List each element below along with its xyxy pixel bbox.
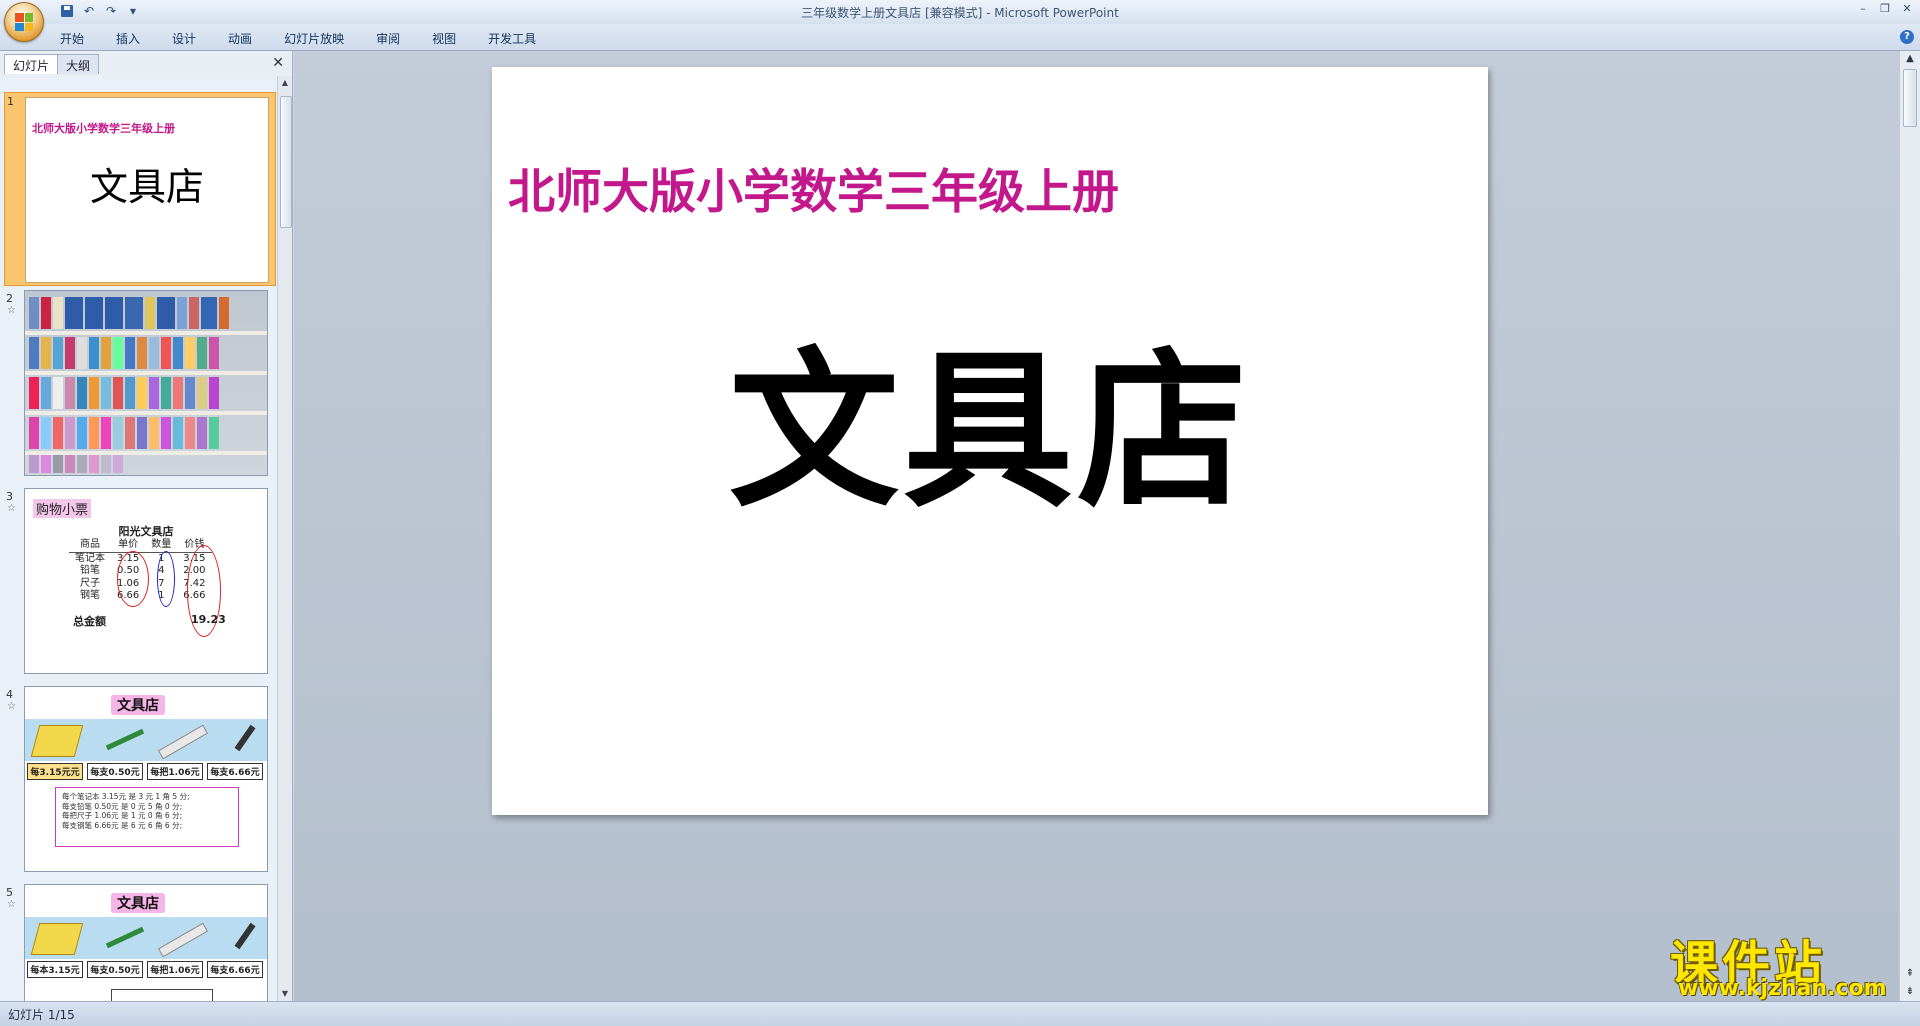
tab-outline[interactable]: 大纲 bbox=[57, 54, 100, 74]
transition-star-icon: ☆ bbox=[7, 305, 16, 316]
tab-home[interactable]: 开始 bbox=[60, 28, 84, 49]
conversion-line: 每个笔记本 3.15元 是 3 元 1 角 5 分; bbox=[62, 792, 190, 801]
title-bar: ↶ ↷ ▾ 三年级数学上册文具店 [兼容模式] - Microsoft Powe… bbox=[0, 0, 1920, 42]
close-button[interactable]: ✕ bbox=[1900, 2, 1914, 16]
stationery-items bbox=[25, 719, 267, 761]
slide-thumbnail-list: 1 北师大版小学数学三年级上册 文具店 2 ☆ 3 ☆ 购物小票 阳光文具店 商… bbox=[0, 76, 276, 1001]
price-tag: 每支6.66元 bbox=[207, 763, 263, 780]
receipt-label: 购物小票 bbox=[33, 499, 92, 518]
receipt-store: 阳光文具店 bbox=[118, 525, 174, 538]
transition-star-icon: ☆ bbox=[7, 701, 16, 712]
thumbnail-scrollbar[interactable]: ▲ ▼ bbox=[277, 76, 292, 1001]
slide-counter: 幻灯片 1/15 bbox=[8, 1008, 75, 1022]
shelves-photo bbox=[25, 291, 267, 475]
tab-slideshow[interactable]: 幻灯片放映 bbox=[284, 28, 344, 49]
tab-view[interactable]: 视图 bbox=[432, 28, 456, 49]
help-icon[interactable]: ? bbox=[1900, 30, 1914, 44]
status-bar: 幻灯片 1/15 bbox=[0, 1001, 1920, 1026]
minimize-button[interactable]: – bbox=[1856, 2, 1870, 16]
shop-title: 文具店 bbox=[111, 695, 165, 715]
slide-subtitle[interactable]: 北师大版小学数学三年级上册 bbox=[508, 153, 1119, 222]
slide-number: 5 bbox=[6, 886, 13, 899]
notebook-icon bbox=[30, 923, 84, 955]
pencil-icon bbox=[105, 728, 145, 751]
receipt-header: 数量 bbox=[145, 539, 178, 553]
receipt-header: 商品 bbox=[69, 539, 111, 553]
slides-pane: 幻灯片 大纲 ✕ 1 北师大版小学数学三年级上册 文具店 2 ☆ 3 ☆ 购物小… bbox=[0, 51, 293, 1001]
price-tag: 每本3.15元 bbox=[27, 961, 83, 978]
window-title: 三年级数学上册文具店 [兼容模式] - Microsoft PowerPoint bbox=[801, 6, 1119, 20]
slide-number: 3 bbox=[6, 490, 13, 503]
slide-number: 1 bbox=[7, 95, 14, 108]
scroll-down-icon[interactable]: ▼ bbox=[278, 987, 292, 1001]
transition-star-icon: ☆ bbox=[7, 503, 16, 514]
scroll-up-icon[interactable]: ▲ bbox=[1900, 53, 1920, 64]
shop-title: 文具店 bbox=[111, 893, 165, 913]
office-button[interactable] bbox=[4, 2, 44, 42]
thumbnail-subtitle: 北师大版小学数学三年级上册 bbox=[32, 122, 175, 135]
slide-thumbnail-4[interactable]: 4 ☆ 文具店 每3.15元元 每支0.50元 每把1.06元 每支6.66元 bbox=[4, 686, 274, 872]
conversion-box: 每个笔记本 3.15元 是 3 元 1 角 5 分; 每支铅笔 0.50元 是 … bbox=[55, 787, 239, 847]
price-tag: 每把1.06元 bbox=[147, 763, 203, 780]
receipt-cell: 钢笔 bbox=[80, 590, 100, 601]
tab-design[interactable]: 设计 bbox=[172, 28, 196, 49]
slide-editor: 北师大版小学数学三年级上册 文具店 bbox=[294, 51, 1900, 1001]
ribbon-tabs: 开始 插入 设计 动画 幻灯片放映 审阅 视图 开发工具 bbox=[60, 28, 536, 49]
price-tag: 每把1.06元 bbox=[147, 961, 203, 978]
close-pane-icon[interactable]: ✕ bbox=[272, 55, 284, 71]
thumbnail-preview bbox=[24, 290, 268, 476]
stationery-items bbox=[25, 917, 267, 959]
slide-thumbnail-1[interactable]: 1 北师大版小学数学三年级上册 文具店 bbox=[4, 92, 276, 286]
conversion-line: 每把尺子 1.06元 是 1 元 0 角 6 分; bbox=[62, 811, 183, 820]
ruler-icon bbox=[157, 724, 209, 760]
tab-animations[interactable]: 动画 bbox=[228, 28, 252, 49]
conversion-line: 每支钢笔 6.66元 是 6 元 6 角 6 分; bbox=[62, 820, 183, 830]
diagram-box bbox=[111, 989, 213, 1001]
current-slide[interactable]: 北师大版小学数学三年级上册 文具店 bbox=[492, 67, 1488, 815]
price-circle bbox=[117, 551, 149, 607]
ribbon: 开始 插入 设计 动画 幻灯片放映 审阅 视图 开发工具 ? bbox=[0, 24, 1920, 51]
pen-icon bbox=[234, 922, 256, 950]
receipt-cell: 笔记本 bbox=[75, 552, 105, 564]
tab-developer[interactable]: 开发工具 bbox=[488, 28, 536, 49]
watermark-url: www.kjzhan.com bbox=[1678, 976, 1887, 1001]
slide-number: 4 bbox=[6, 688, 13, 701]
thumbnail-title: 文具店 bbox=[89, 165, 204, 209]
thumbnail-preview: 文具店 每本3.15元 每支0.50元 每把1.06元 每支6.66元 bbox=[24, 884, 268, 1001]
slide-thumbnail-5[interactable]: 5 ☆ 文具店 每本3.15元 每支0.50元 每把1.06元 每支6.66元 bbox=[4, 884, 274, 1001]
thumbnail-preview: 购物小票 阳光文具店 商品 单价 数量 价钱 笔记本 3.15 1 3.15 铅… bbox=[24, 488, 268, 674]
receipt-header: 单价 bbox=[111, 539, 146, 553]
scroll-thumb[interactable] bbox=[280, 96, 292, 228]
receipt-total-value: 19.23 bbox=[191, 613, 226, 626]
scroll-thumb[interactable] bbox=[1903, 69, 1917, 127]
slide-title[interactable]: 文具店 bbox=[492, 293, 1488, 539]
notebook-icon bbox=[30, 725, 84, 757]
price-tag: 每支0.50元 bbox=[87, 763, 143, 780]
editor-scrollbar[interactable]: ▲ ⇞ ⇟ bbox=[1899, 51, 1920, 1001]
site-watermark: 课件站 www.kjzhan.com bbox=[1668, 924, 1908, 1004]
pen-icon bbox=[234, 724, 256, 752]
receipt-cell: 尺子 bbox=[80, 577, 100, 589]
ruler-icon bbox=[157, 922, 209, 958]
slide-thumbnail-3[interactable]: 3 ☆ 购物小票 阳光文具店 商品 单价 数量 价钱 笔记本 3.15 1 3.… bbox=[4, 488, 274, 674]
receipt-cell: 铅笔 bbox=[80, 565, 100, 576]
pencil-icon bbox=[105, 926, 145, 949]
conversion-line: 每支铅笔 0.50元 是 0 元 5 角 0 分; bbox=[62, 801, 183, 811]
slide-thumbnail-2[interactable]: 2 ☆ bbox=[4, 290, 274, 476]
quantity-circle bbox=[157, 551, 175, 607]
receipt-total-label: 总金额 bbox=[73, 615, 106, 628]
slide-number: 2 bbox=[6, 292, 13, 305]
thumbnail-preview: 北师大版小学数学三年级上册 文具店 bbox=[25, 97, 269, 283]
transition-star-icon: ☆ bbox=[7, 899, 16, 910]
tab-insert[interactable]: 插入 bbox=[116, 28, 140, 49]
scroll-up-icon[interactable]: ▲ bbox=[278, 76, 292, 90]
tab-slides[interactable]: 幻灯片 bbox=[4, 54, 59, 74]
price-tag: 每支6.66元 bbox=[207, 961, 263, 978]
price-tag: 每3.15元元 bbox=[27, 763, 83, 780]
thumbnail-preview: 文具店 每3.15元元 每支0.50元 每把1.06元 每支6.66元 每个笔记… bbox=[24, 686, 268, 872]
office-logo-icon bbox=[15, 13, 33, 31]
restore-button[interactable]: ❐ bbox=[1878, 2, 1892, 16]
price-tag: 每支0.50元 bbox=[87, 961, 143, 978]
tab-review[interactable]: 审阅 bbox=[376, 28, 400, 49]
